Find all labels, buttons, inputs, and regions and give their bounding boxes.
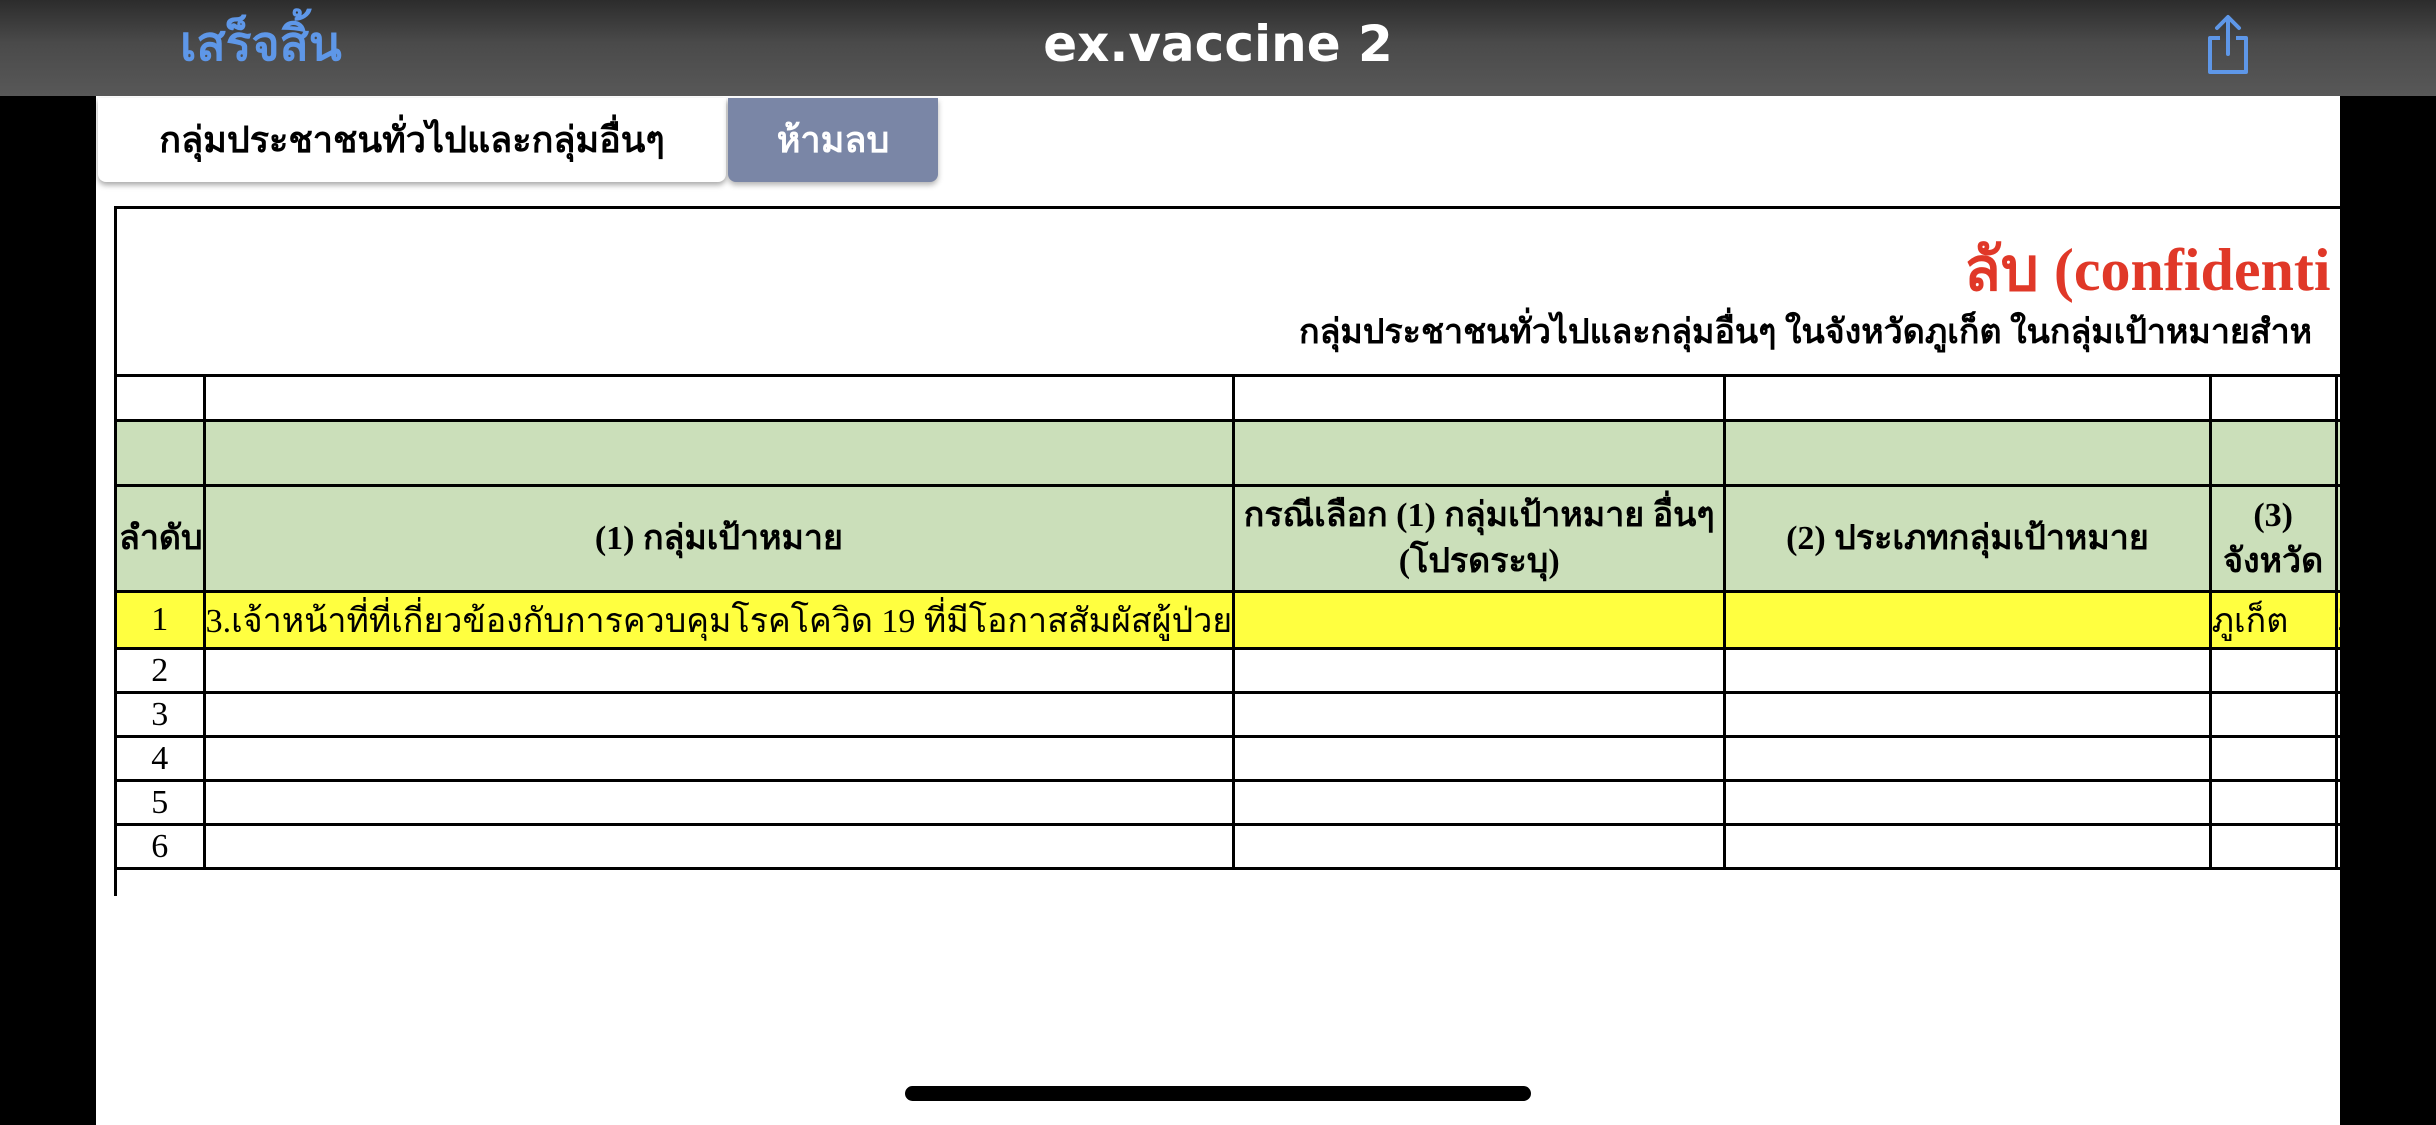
cell-target-group[interactable]: 3.เจ้าหน้าที่ที่เกี่ยวข้องกับการควบคุมโร… <box>202 590 1236 650</box>
cell-type[interactable] <box>1723 691 2212 738</box>
home-indicator[interactable] <box>905 1086 1531 1101</box>
worksheet: ลับ (confidenti กลุ่มประชาชนทั่วไปและกลุ… <box>114 206 2340 896</box>
table-header-row: ลำดับ (1) กลุ่มเป้าหมาย กรณีเลือก (1) กล… <box>114 484 2340 593</box>
cell-target-group[interactable] <box>202 779 1236 826</box>
row-number[interactable]: 5 <box>114 779 206 826</box>
share-icon[interactable] <box>2200 12 2256 78</box>
cell-next[interactable] <box>2334 691 2340 738</box>
cell-province[interactable] <box>2208 691 2338 738</box>
table-cell[interactable] <box>1232 419 1727 487</box>
table-row-header-band <box>114 419 2340 487</box>
table-row: 6 <box>114 823 2340 870</box>
cell-province[interactable] <box>2208 735 2338 782</box>
table-cell[interactable] <box>2208 374 2338 422</box>
cell-target-group[interactable] <box>202 691 1236 738</box>
cell-other[interactable] <box>1232 647 1727 694</box>
done-button[interactable]: เสร็จสิ้น <box>180 12 342 76</box>
table-cell[interactable] <box>2334 419 2340 487</box>
header-other-specify[interactable]: กรณีเลือก (1) กลุ่มเป้าหมาย อื่นๆ (โปรดร… <box>1232 484 1727 593</box>
tab-do-not-delete[interactable]: ห้ามลบ <box>728 98 938 182</box>
header-target-type[interactable]: (2) ประเภทกลุ่มเป้าหมาย <box>1723 484 2212 593</box>
row-number[interactable]: 2 <box>114 647 206 694</box>
cell-other[interactable] <box>1232 590 1727 650</box>
cell-target-group[interactable] <box>202 735 1236 782</box>
table-cell[interactable] <box>202 374 1236 422</box>
cell-type[interactable] <box>1723 590 2212 650</box>
header-province-line1: (3) <box>2253 496 2293 534</box>
cell-next[interactable] <box>2334 823 2340 870</box>
table-row: 3 <box>114 691 2340 738</box>
spreadsheet-viewport[interactable]: กลุ่มประชาชนทั่วไปและกลุ่มอื่นๆ ห้ามลบ ล… <box>96 96 2340 1125</box>
table-row: 1 3.เจ้าหน้าที่ที่เกี่ยวข้องกับการควบคุม… <box>114 590 2340 650</box>
table-cell[interactable] <box>202 419 1236 487</box>
table-cell[interactable] <box>1723 374 2212 422</box>
row-number[interactable]: 3 <box>114 691 206 738</box>
row-number[interactable]: 4 <box>114 735 206 782</box>
header-other-line2: (โปรดระบุ) <box>1398 542 1560 580</box>
table-cell[interactable] <box>2334 374 2340 422</box>
cell-type[interactable] <box>1723 735 2212 782</box>
cell-other[interactable] <box>1232 735 1727 782</box>
header-type-text: (2) ประเภทกลุ่มเป้าหมาย <box>1786 519 2149 557</box>
cell-province[interactable]: ภูเก็ต <box>2208 590 2338 650</box>
cell-province[interactable] <box>2208 647 2338 694</box>
cell-next[interactable] <box>2334 647 2340 694</box>
cell-type[interactable] <box>1723 779 2212 826</box>
header-other-line1: กรณีเลือก (1) กลุ่มเป้าหมาย อื่นๆ <box>1243 496 1715 534</box>
cell-other[interactable] <box>1232 823 1727 870</box>
table-cell[interactable] <box>2334 484 2340 593</box>
cell-other[interactable] <box>1232 691 1727 738</box>
table-row: 5 <box>114 779 2340 826</box>
cell-target-group[interactable] <box>202 647 1236 694</box>
header-order[interactable]: ลำดับ <box>114 484 206 593</box>
sheet-subtitle: กลุ่มประชาชนทั่วไปและกลุ่มอื่นๆ ในจังหวั… <box>1299 314 2313 351</box>
share-icon-graphic <box>2208 15 2248 74</box>
sheet-border-top <box>114 206 2340 209</box>
cell-next[interactable] <box>2334 779 2340 826</box>
cell-target-group[interactable] <box>202 823 1236 870</box>
table-cell[interactable] <box>2208 419 2338 487</box>
header-province-line2: จังหวัด <box>2223 542 2324 580</box>
data-table: ลำดับ (1) กลุ่มเป้าหมาย กรณีเลือก (1) กล… <box>114 374 2340 870</box>
table-row-blank <box>114 374 2340 422</box>
row-number[interactable]: 6 <box>114 823 206 870</box>
cell-next[interactable] <box>2334 735 2340 782</box>
table-cell[interactable] <box>114 419 206 487</box>
header-target-group-text: (1) กลุ่มเป้าหมาย <box>594 519 843 557</box>
header-province[interactable]: (3) จังหวัด <box>2208 484 2338 593</box>
confidential-label: ลับ (confidenti <box>1964 237 2331 303</box>
navigation-bar: เสร็จสิ้น ex.vaccine 2 <box>0 0 2436 96</box>
row-number[interactable]: 1 <box>114 590 206 650</box>
cell-province[interactable] <box>2208 823 2338 870</box>
table-cell[interactable] <box>1232 374 1727 422</box>
cell-next[interactable]: 2 <box>2334 590 2340 650</box>
cell-type[interactable] <box>1723 823 2212 870</box>
table-row: 4 <box>114 735 2340 782</box>
cell-type[interactable] <box>1723 647 2212 694</box>
cell-province[interactable] <box>2208 779 2338 826</box>
table-row: 2 <box>114 647 2340 694</box>
header-target-group[interactable]: (1) กลุ่มเป้าหมาย <box>202 484 1236 593</box>
cell-target-group-text: 3.เจ้าหน้าที่ที่เกี่ยวข้องกับการควบคุมโร… <box>205 603 1233 640</box>
cell-other[interactable] <box>1232 779 1727 826</box>
document-title: ex.vaccine 2 <box>1043 15 1393 73</box>
table-cell[interactable] <box>114 374 206 422</box>
tab-general-public[interactable]: กลุ่มประชาชนทั่วไปและกลุ่มอื่นๆ <box>98 98 726 182</box>
header-order-text: ลำดับ <box>119 519 203 557</box>
table-cell[interactable] <box>1723 419 2212 487</box>
